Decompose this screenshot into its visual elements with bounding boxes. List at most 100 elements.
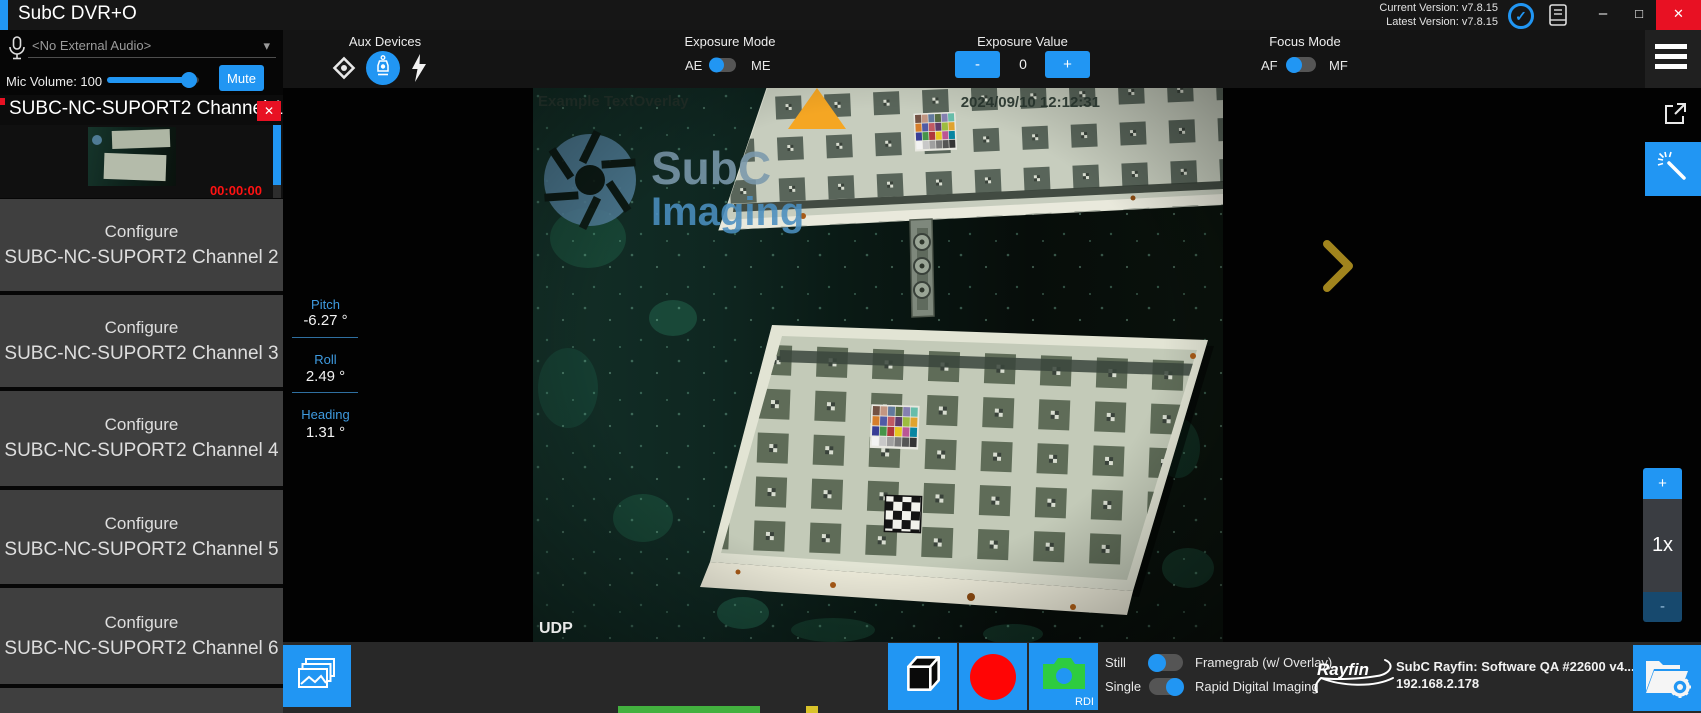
focus-mode-toggle[interactable] xyxy=(1287,57,1316,72)
configure-channel-3[interactable]: Configure SUBC-NC-SUPORT2 Channel 3 xyxy=(0,295,283,387)
af-label: AF xyxy=(1261,58,1278,73)
rapid-imaging-toggle[interactable] xyxy=(1149,678,1183,695)
laser-device-icon[interactable] xyxy=(331,55,357,86)
audio-select-underline xyxy=(28,57,276,58)
video-feed: SubC Imaging Example TextOverlay 2024/09… xyxy=(533,88,1223,642)
exposure-mode-toggle[interactable] xyxy=(710,58,736,72)
enhance-button[interactable] xyxy=(1645,142,1701,196)
zoom-level: 1x xyxy=(1643,499,1682,592)
device-info: SubC Rayfin: Software QA #22600 v4.... 1… xyxy=(1396,658,1638,692)
configure-channel-4[interactable]: Configure SUBC-NC-SUPORT2 Channel 4 xyxy=(0,391,283,486)
latest-version: Latest Version: v7.8.15 xyxy=(1330,15,1498,29)
configure-channel-2[interactable]: Configure SUBC-NC-SUPORT2 Channel 2 xyxy=(0,199,283,291)
maximize-button[interactable]: □ xyxy=(1620,0,1658,30)
rapid-imaging-knob xyxy=(1166,678,1184,696)
configure-channel-5[interactable]: Configure SUBC-NC-SUPORT2 Channel 5 xyxy=(0,490,283,584)
bottom-bar: RDI Still Framegrab (w/ Overlay) Single … xyxy=(283,642,1701,713)
configure-label: Configure xyxy=(0,415,283,435)
configure-channel-partial[interactable] xyxy=(0,688,283,713)
video-protocol-label: UDP xyxy=(539,620,573,637)
me-label: ME xyxy=(751,58,771,73)
heading-label: Heading xyxy=(283,407,368,422)
configure-label: Configure xyxy=(0,318,283,338)
thumb-board-bottom xyxy=(104,153,167,181)
audio-device-value: <No External Audio> xyxy=(32,38,151,53)
configure-channel-6[interactable]: Configure SUBC-NC-SUPORT2 Channel 6 xyxy=(0,588,283,684)
configure-channel-name: SUBC-NC-SUPORT2 Channel 2 xyxy=(0,247,283,269)
framegrab-knob xyxy=(1148,654,1166,672)
zoom-out-button[interactable]: - xyxy=(1643,592,1682,622)
record-button[interactable] xyxy=(959,643,1027,710)
stills-capture-button[interactable]: RDI xyxy=(1029,643,1098,710)
photo-stack-icon xyxy=(297,657,337,696)
rapid-imaging-label: Rapid Digital Imaging xyxy=(1195,679,1319,694)
mic-icon xyxy=(8,36,26,67)
video-timestamp: 2024/09/10 12:12:31 xyxy=(961,94,1100,111)
minimize-button[interactable]: – xyxy=(1584,0,1622,30)
active-channel-header[interactable]: SUBC-NC-SUPORT2 Channel 1 ✕ xyxy=(0,95,283,125)
exposure-plus-button[interactable]: + xyxy=(1045,51,1090,78)
3d-capture-button[interactable] xyxy=(888,643,957,710)
titlebar-accent xyxy=(0,0,8,30)
background-window-sliver xyxy=(806,706,818,713)
telemetry-panel: Pitch -6.27 ° Roll 2.49 ° Heading 1.31 ° xyxy=(283,293,368,448)
gallery-button[interactable] xyxy=(283,645,351,707)
device-info-line2: 192.168.2.178 xyxy=(1396,675,1638,692)
configure-channel-name: SUBC-NC-SUPORT2 Channel 3 xyxy=(0,343,283,365)
audio-device-select[interactable]: <No External Audio> ▾ xyxy=(32,38,276,53)
channel-thumbnail[interactable] xyxy=(88,127,176,186)
channel-close-button[interactable]: ✕ xyxy=(257,101,281,121)
roll-label: Roll xyxy=(283,352,368,367)
app-window: SubC DVR+O Current Version: v7.8.15 Late… xyxy=(0,0,1701,713)
active-channel-name: SUBC-NC-SUPORT2 Channel 1 xyxy=(9,98,283,120)
configure-label: Configure xyxy=(0,222,283,242)
release-notes-icon[interactable] xyxy=(1548,4,1568,31)
mute-button[interactable]: Mute xyxy=(219,65,264,91)
popout-icon[interactable] xyxy=(1662,101,1688,132)
lamp-device-button[interactable] xyxy=(366,51,400,85)
strobe-device-icon[interactable] xyxy=(410,54,428,87)
exposure-value: 0 xyxy=(1005,56,1041,72)
still-label: Still xyxy=(1105,655,1126,670)
mf-label: MF xyxy=(1329,58,1348,73)
next-chevron-icon[interactable] xyxy=(1321,238,1355,299)
ae-label: AE xyxy=(685,58,702,73)
channel-preview-strip: 00:00:00 xyxy=(0,125,283,198)
chevron-down-icon: ▾ xyxy=(263,38,270,54)
telemetry-divider xyxy=(292,392,358,393)
sidebar: <No External Audio> ▾ Mic Volume: 100 Mu… xyxy=(0,30,283,713)
mic-volume-thumb[interactable] xyxy=(181,72,197,88)
configure-channel-name: SUBC-NC-SUPORT2 Channel 5 xyxy=(0,539,283,561)
channel-scrollbar-thumb[interactable] xyxy=(273,125,281,185)
close-button[interactable]: ✕ xyxy=(1656,0,1701,30)
folder-gear-icon xyxy=(1642,653,1692,704)
mic-volume-fill xyxy=(107,77,189,83)
framegrab-toggle[interactable] xyxy=(1149,654,1183,671)
heading-value: 1.31 ° xyxy=(283,424,368,441)
hamburger-menu-icon[interactable] xyxy=(1655,44,1687,69)
thumb-board-top xyxy=(112,129,171,149)
update-check-icon: ✓ xyxy=(1508,3,1534,29)
exposure-mode-knob xyxy=(709,58,724,73)
background-window-sliver xyxy=(618,706,760,713)
exposure-minus-button[interactable]: - xyxy=(955,51,1000,78)
mic-volume-slider[interactable] xyxy=(107,77,199,83)
exposure-mode-label: Exposure Mode xyxy=(660,34,800,49)
exposure-value-label: Exposure Value xyxy=(950,34,1095,49)
file-manager-button[interactable] xyxy=(1633,645,1701,711)
pitch-value: -6.27 ° xyxy=(283,312,368,329)
roll-value: 2.49 ° xyxy=(283,368,368,385)
rdi-badge: RDI xyxy=(1075,696,1094,708)
rayfin-logo: Rayfin xyxy=(1311,654,1401,700)
mic-volume-label: Mic Volume: 100 xyxy=(6,74,102,89)
lantern-icon xyxy=(375,55,391,82)
focus-mode-label: Focus Mode xyxy=(1240,34,1370,49)
page-title: SubC DVR+O xyxy=(18,3,137,25)
video-text-overlay: Example TextOverlay xyxy=(538,93,689,110)
zoom-in-button[interactable]: + xyxy=(1643,468,1682,499)
device-info-line1: SubC Rayfin: Software QA #22600 v4.... xyxy=(1396,658,1638,675)
video-stage: Pitch -6.27 ° Roll 2.49 ° Heading 1.31 ° xyxy=(283,88,1701,642)
recording-indicator xyxy=(0,98,5,105)
menu-panel xyxy=(1645,30,1701,88)
configure-label: Configure xyxy=(0,514,283,534)
